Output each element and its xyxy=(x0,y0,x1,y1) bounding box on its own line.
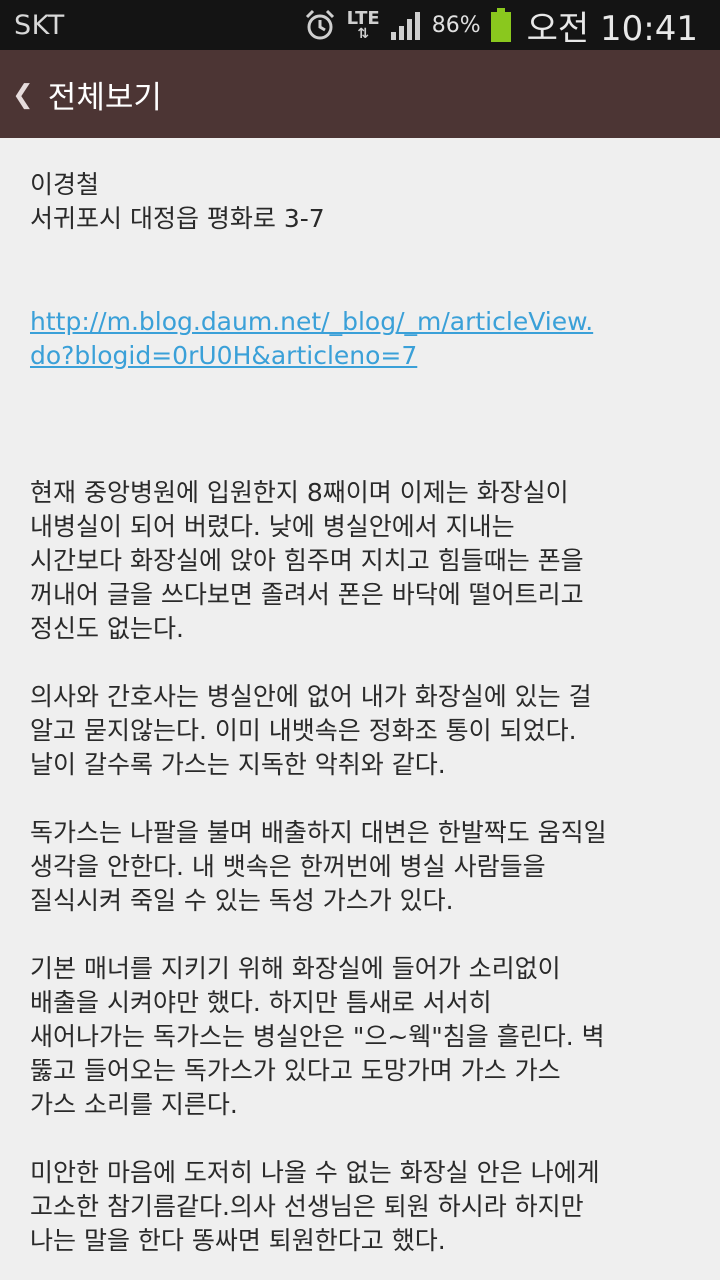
paragraph: 기본 매너를 지키기 위해 화장실에 들어가 소리없이 배출을 시켜야만 했다.… xyxy=(30,952,690,1122)
blog-link[interactable]: http://m.blog.daum.net/_blog/_m/articleV… xyxy=(30,305,690,373)
page-title: 전체보기 xyxy=(47,79,162,116)
text-line: 배출을 시켜야만 했다. 하지만 틈새로 서서히 xyxy=(30,988,492,1017)
text-line: 의사와 간호사는 병실안에 없어 내가 화장실에 있는 걸 xyxy=(30,682,592,711)
status-icons: LTE ⇅ 86% 오전 10:41 xyxy=(303,1,698,50)
text-line: 나는 말을 한다 똥싸면 퇴원한다고 했다. xyxy=(30,1226,446,1255)
paragraph: 현재 중앙병원에 입원한지 8째이며 이제는 화장실이 내병실이 되어 버렸다.… xyxy=(30,476,690,646)
paragraph: 의사와 간호사는 병실안에 없어 내가 화장실에 있는 걸 알고 묻지않는다. … xyxy=(30,680,690,782)
text-line: 시간보다 화장실에 앉아 힘주며 지치고 힘들때는 폰을 xyxy=(30,546,584,575)
text-line: 날이 갈수록 가스는 지독한 악취와 같다. xyxy=(30,750,446,779)
text-line: 미안한 마음에 도저히 나올 수 없는 화장실 안은 나에게 xyxy=(30,1158,600,1187)
text-line: 뚫고 들어오는 독가스가 있다고 도망가며 가스 가스 xyxy=(30,1056,561,1085)
text-line: 독가스는 나팔을 불며 배출하지 대변은 한발짝도 움직일 xyxy=(30,818,607,847)
memo-content: 이경철 서귀포시 대정읍 평화로 3-7 http://m.blog.daum.… xyxy=(0,138,720,1258)
text-line: 내병실이 되어 버렸다. 낮에 병실안에서 지내는 xyxy=(30,512,515,541)
battery-icon xyxy=(490,8,511,42)
contact-address: 서귀포시 대정읍 평화로 3-7 xyxy=(30,204,325,233)
lte-icon: LTE ⇅ xyxy=(347,10,380,42)
title-bar: ❮ 전체보기 xyxy=(0,50,720,138)
text-line: 질식시켜 죽일 수 있는 독성 가스가 있다. xyxy=(30,886,454,915)
text-line: 꺼내어 글을 쓰다보면 졸려서 폰은 바닥에 떨어트리고 xyxy=(30,580,584,609)
link-line-2: do?blogid=0rU0H&articleno=7 xyxy=(30,341,418,370)
text-line: 가스 소리를 지른다. xyxy=(30,1090,238,1119)
battery-percent: 86% xyxy=(431,12,481,38)
text-line: 알고 묻지않는다. 이미 내뱃속은 정화조 통이 되었다. xyxy=(30,716,577,745)
text-line: 현재 중앙병원에 입원한지 8째이며 이제는 화장실이 xyxy=(30,478,569,507)
link-line-1: http://m.blog.daum.net/_blog/_m/articleV… xyxy=(30,307,594,336)
carrier-label: SKT xyxy=(14,9,65,41)
text-line: 정신도 없는다. xyxy=(30,614,184,643)
signal-icon xyxy=(390,10,422,40)
contact-name: 이경철 xyxy=(30,170,100,199)
status-bar: SKT LTE ⇅ 86% 오전 10:41 xyxy=(0,0,720,50)
data-arrows-icon: ⇅ xyxy=(357,26,370,42)
text-line: 고소한 참기름같다.의사 선생님은 퇴원 하시라 하지만 xyxy=(30,1192,584,1221)
text-line: 생각을 안한다. 내 뱃속은 한꺼번에 병실 사람들을 xyxy=(30,852,546,881)
paragraph: 독가스는 나팔을 불며 배출하지 대변은 한발짝도 움직일 생각을 안한다. 내… xyxy=(30,816,690,918)
back-button[interactable]: ❮ 전체보기 xyxy=(12,72,162,117)
text-line: 새어나가는 독가스는 병실안은 "으~웩"침을 흘린다. 벽 xyxy=(30,1022,605,1051)
alarm-icon xyxy=(303,8,337,42)
paragraph: 미안한 마음에 도저히 나올 수 없는 화장실 안은 나에게 고소한 참기름같다… xyxy=(30,1156,690,1258)
clock: 오전 10:41 xyxy=(526,8,698,49)
chevron-left-icon: ❮ xyxy=(12,80,34,110)
text-line: 기본 매너를 지키기 위해 화장실에 들어가 소리없이 xyxy=(30,954,561,983)
